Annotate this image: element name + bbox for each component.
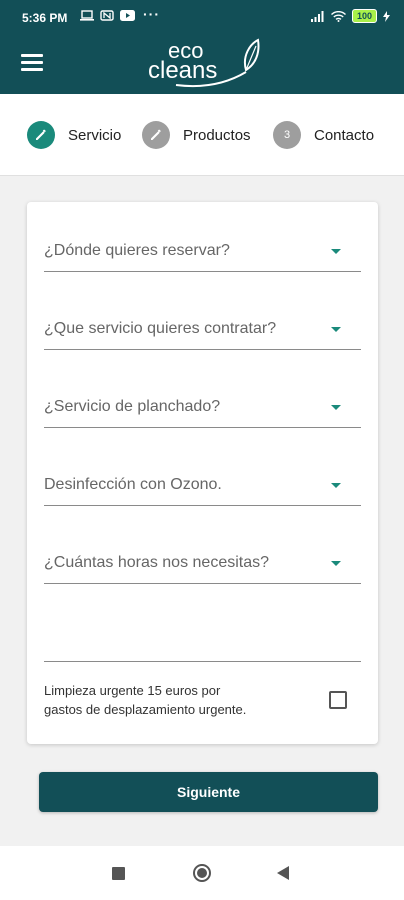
step-productos[interactable]: Productos [142,121,251,149]
dropdown-arrow-icon [331,483,341,488]
signal-icon [310,10,324,22]
step-contacto[interactable]: 3 Contacto [273,121,374,149]
location-select[interactable]: ¿Dónde quieres reservar? [44,242,361,272]
pencil-icon [142,121,170,149]
step-number: 3 [273,121,301,149]
recents-icon[interactable] [112,867,125,880]
select-placeholder: ¿Que servicio quieres contratar? [44,320,277,337]
booking-form-card: ¿Dónde quieres reservar? ¿Que servicio q… [27,202,378,744]
ozone-disinfection-select[interactable]: Desinfección con Ozono. [44,476,361,506]
dropdown-arrow-icon [331,249,341,254]
urgent-cleaning-checkbox[interactable] [329,691,347,709]
comments-input[interactable] [44,592,361,662]
hours-select[interactable]: ¿Cuántas horas nos necesitas? [44,554,361,584]
dropdown-arrow-icon [331,405,341,410]
stepper: Servicio Productos 3 Contacto [0,94,404,176]
system-nav-bar [0,846,404,900]
more-notifications-icon: ··· [143,6,160,22]
urgent-cleaning-label: Limpieza urgente 15 euros por gastos de … [44,681,294,719]
urgent-label-line1: Limpieza urgente 15 euros por [44,683,221,698]
back-icon[interactable] [277,866,289,880]
system-icons: 100 [310,9,390,23]
select-placeholder: Desinfección con Ozono. [44,476,222,493]
service-select[interactable]: ¿Que servicio quieres contratar? [44,320,361,350]
notification-icons [80,10,135,21]
urgent-label-line2: gastos de desplazamiento urgente. [44,702,247,717]
ironing-select[interactable]: ¿Servicio de planchado? [44,398,361,428]
select-placeholder: ¿Dónde quieres reservar? [44,242,230,259]
nfc-icon [100,10,114,21]
home-icon[interactable] [193,864,211,882]
youtube-icon [120,10,135,21]
status-bar: 5:36 PM ··· 100 [0,0,404,32]
step-servicio[interactable]: Servicio [27,121,121,149]
laptop-icon [80,10,94,21]
step-label: Servicio [68,126,122,144]
pencil-icon [27,121,55,149]
app-bar: eco cleans [0,32,404,94]
next-button[interactable]: Siguiente [39,772,378,812]
select-placeholder: ¿Cuántas horas nos necesitas? [44,554,270,571]
charging-icon [383,10,390,22]
status-time: 5:36 PM [22,11,68,25]
hamburger-menu-icon[interactable] [21,54,43,72]
logo-text-cleans: cleans [148,57,217,84]
select-placeholder: ¿Servicio de planchado? [44,398,221,415]
step-label: Contacto [314,126,375,144]
battery-icon: 100 [351,9,377,23]
ecocleans-logo: eco cleans [148,38,260,88]
wifi-icon [330,10,346,22]
step-label: Productos [183,126,251,144]
dropdown-arrow-icon [331,561,341,566]
dropdown-arrow-icon [331,327,341,332]
